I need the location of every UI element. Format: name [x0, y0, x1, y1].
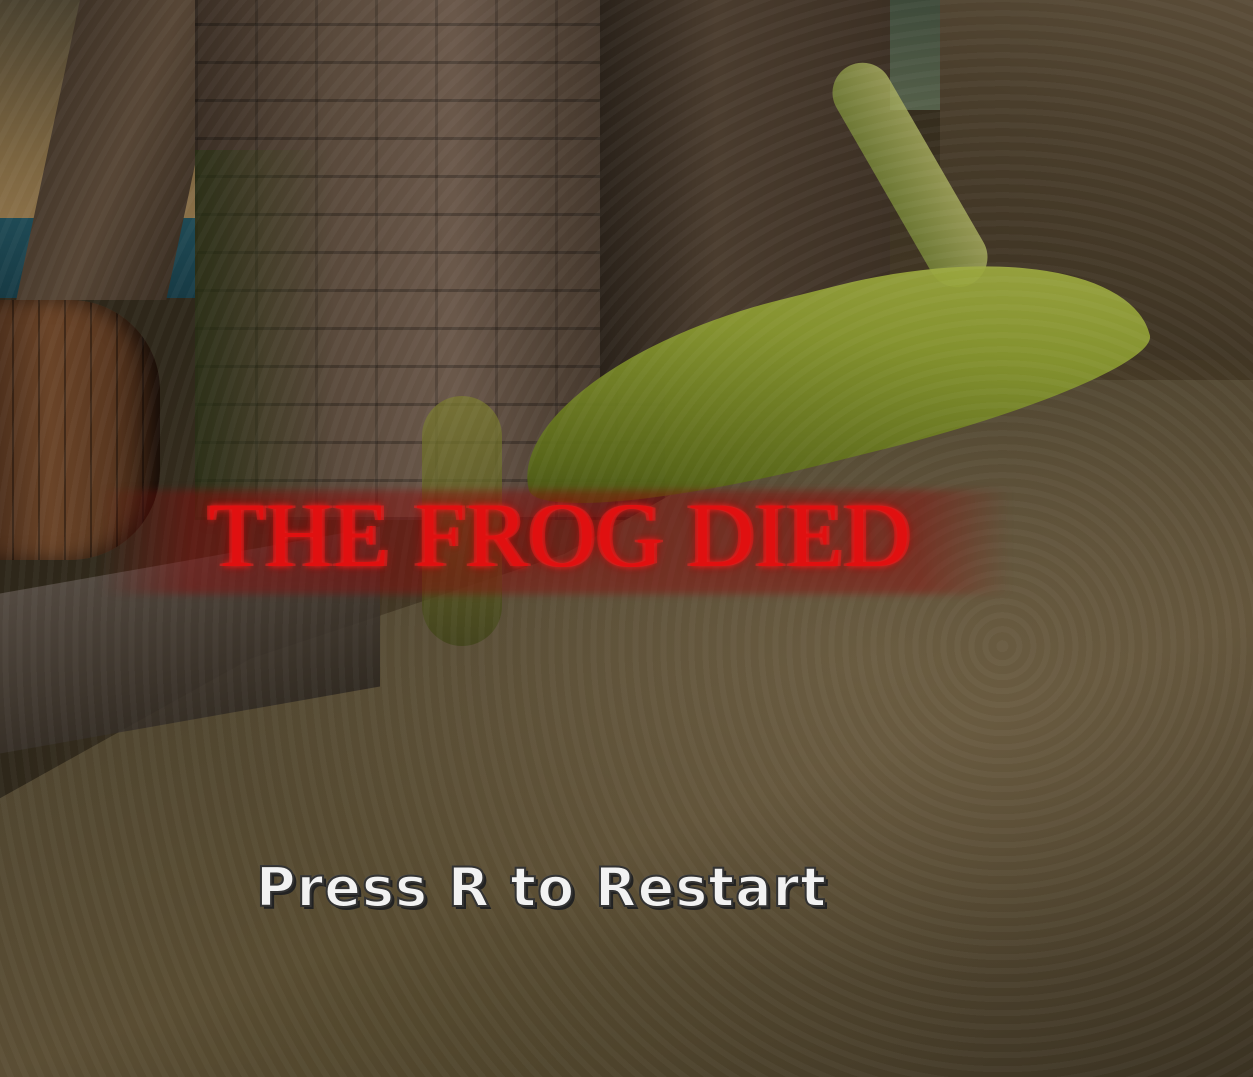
restart-prompt: Press R to Restart [255, 855, 828, 920]
tower-moss [195, 150, 335, 520]
game-scene: THE FROG DIED Press R to Restart [0, 0, 1253, 1077]
death-message: THE FROG DIED [208, 484, 912, 586]
